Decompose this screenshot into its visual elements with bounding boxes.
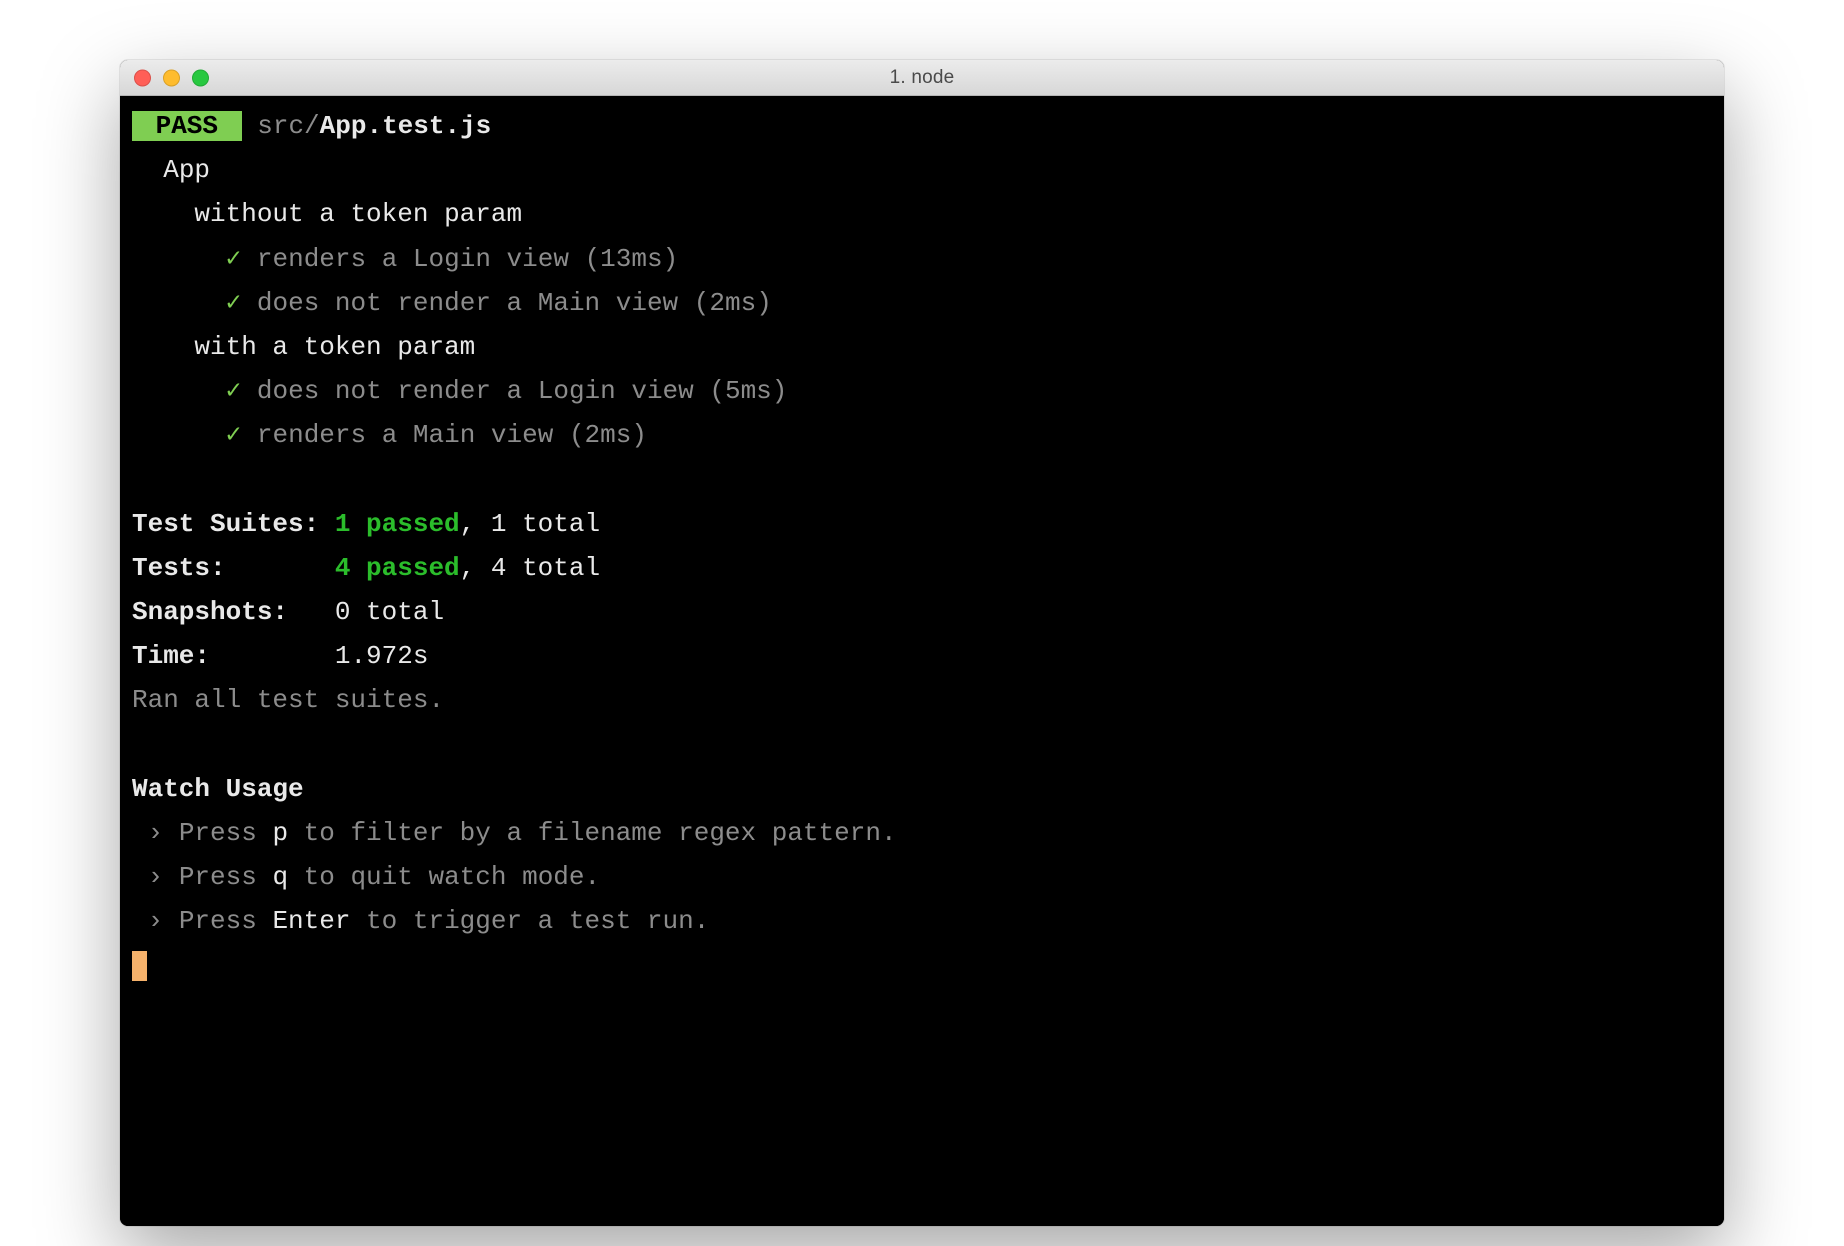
watch-header: Watch Usage [132, 767, 1712, 811]
key-name: Enter [272, 906, 350, 936]
cursor-icon [132, 951, 147, 981]
key-name: q [272, 862, 288, 892]
test-case-name: does not render a Login view [257, 376, 694, 406]
group-title: without a token param [132, 192, 1712, 236]
cursor-line [132, 944, 1712, 988]
close-icon[interactable] [134, 69, 151, 86]
check-icon: ✓ [226, 376, 242, 406]
summary-suites: Test Suites: 1 passed, 1 total [132, 502, 1712, 546]
summary-ran: Ran all test suites. [132, 678, 1712, 722]
test-case: ✓ renders a Main view (2ms) [132, 413, 1712, 457]
window-title: 1. node [120, 67, 1724, 89]
terminal-window: 1. node PASS src/App.test.js App without… [120, 60, 1724, 1226]
test-case-time: (2ms) [569, 420, 647, 450]
pass-badge: PASS [132, 111, 242, 141]
check-icon: ✓ [226, 244, 242, 274]
test-case: ✓ renders a Login view (13ms) [132, 237, 1712, 281]
window-titlebar: 1. node [120, 60, 1724, 96]
test-case-time: (13ms) [585, 244, 679, 274]
test-case-name: does not render a Main view [257, 288, 678, 318]
test-case: ✓ does not render a Login view (5ms) [132, 369, 1712, 413]
watch-item: › Press Enter to trigger a test run. [132, 899, 1712, 943]
check-icon: ✓ [226, 288, 242, 318]
summary-time: Time: 1.972s [132, 634, 1712, 678]
suite-name: App [132, 148, 1712, 192]
terminal-body[interactable]: PASS src/App.test.js App without a token… [120, 96, 1724, 1226]
summary-snapshots: Snapshots: 0 total [132, 590, 1712, 634]
group-title: with a token param [132, 325, 1712, 369]
file-name: App.test.js [320, 111, 492, 141]
summary-tests: Tests: 4 passed, 4 total [132, 546, 1712, 590]
test-case-name: renders a Main view [257, 420, 553, 450]
watch-item: › Press p to filter by a filename regex … [132, 811, 1712, 855]
check-icon: ✓ [226, 420, 242, 450]
test-case-name: renders a Login view [257, 244, 569, 274]
key-name: p [272, 818, 288, 848]
test-case: ✓ does not render a Main view (2ms) [132, 281, 1712, 325]
test-case-time: (2ms) [694, 288, 772, 318]
zoom-icon[interactable] [192, 69, 209, 86]
watch-item: › Press q to quit watch mode. [132, 855, 1712, 899]
file-dir: src/ [257, 111, 319, 141]
test-file-line: PASS src/App.test.js [132, 104, 1712, 148]
window-controls [134, 69, 209, 86]
test-case-time: (5ms) [709, 376, 787, 406]
minimize-icon[interactable] [163, 69, 180, 86]
